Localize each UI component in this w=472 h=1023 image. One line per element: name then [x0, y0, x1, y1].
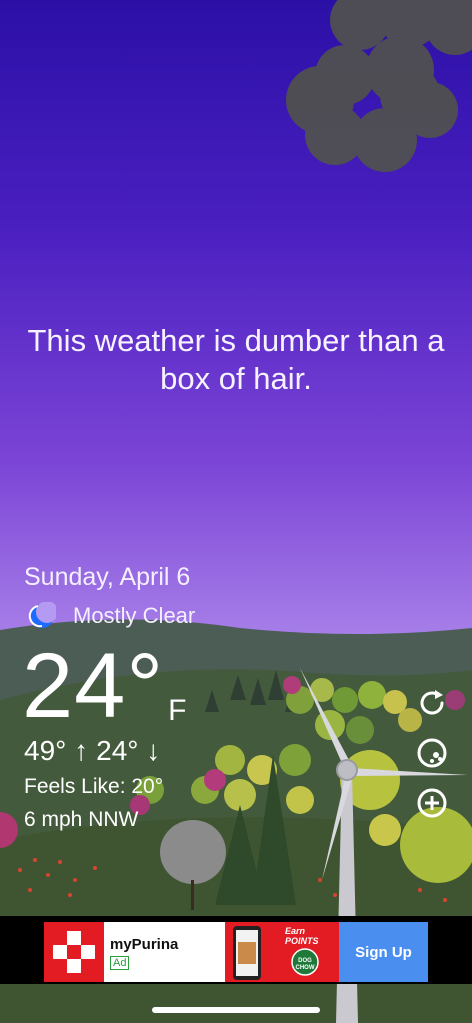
current-temperature: 24° F	[22, 636, 186, 736]
refresh-icon	[420, 690, 444, 715]
wind-speed: 6 mph NNW	[24, 808, 139, 831]
ad-banner[interactable]: myPurina Ad Earn POINTS DOG CHOW Sign Up	[44, 922, 428, 982]
add-location-button[interactable]	[415, 786, 449, 820]
theme-button[interactable]	[415, 736, 449, 770]
high-temp: 49° ↑	[24, 735, 89, 766]
ad-signup-button[interactable]: Sign Up	[339, 922, 428, 982]
ad-brand-name: myPurina	[110, 936, 179, 953]
feels-like: Feels Like: 20°	[24, 775, 164, 798]
storm-cloud	[286, 0, 472, 172]
temperature-unit: F	[168, 694, 187, 727]
temperature-value: 24°	[22, 635, 165, 737]
refresh-button[interactable]	[415, 686, 449, 720]
weather-quote: This weather is dumber than a box of hai…	[27, 323, 445, 396]
ad-badge: Ad	[110, 956, 130, 970]
condition-text: Mostly Clear	[73, 603, 196, 628]
date-label: Sunday, April 6	[24, 563, 191, 591]
checkerboard-icon	[53, 931, 95, 973]
moon-icon	[28, 602, 56, 628]
add-icon	[417, 788, 447, 818]
promo-headline: Earn POINTS	[285, 926, 319, 946]
purina-logo	[44, 922, 104, 982]
high-low-temps: 49° ↑ 24° ↓	[24, 735, 160, 767]
low-temp: 24° ↓	[96, 735, 161, 766]
ad-promo-image: Earn POINTS DOG CHOW	[225, 922, 339, 982]
condition-row: Mostly Clear	[28, 602, 195, 630]
grey-tree	[160, 820, 226, 884]
promo-seal: DOG CHOW	[295, 958, 315, 971]
theme-icon	[417, 738, 447, 768]
weather-scene	[0, 0, 472, 1023]
home-indicator[interactable]	[152, 1007, 320, 1013]
